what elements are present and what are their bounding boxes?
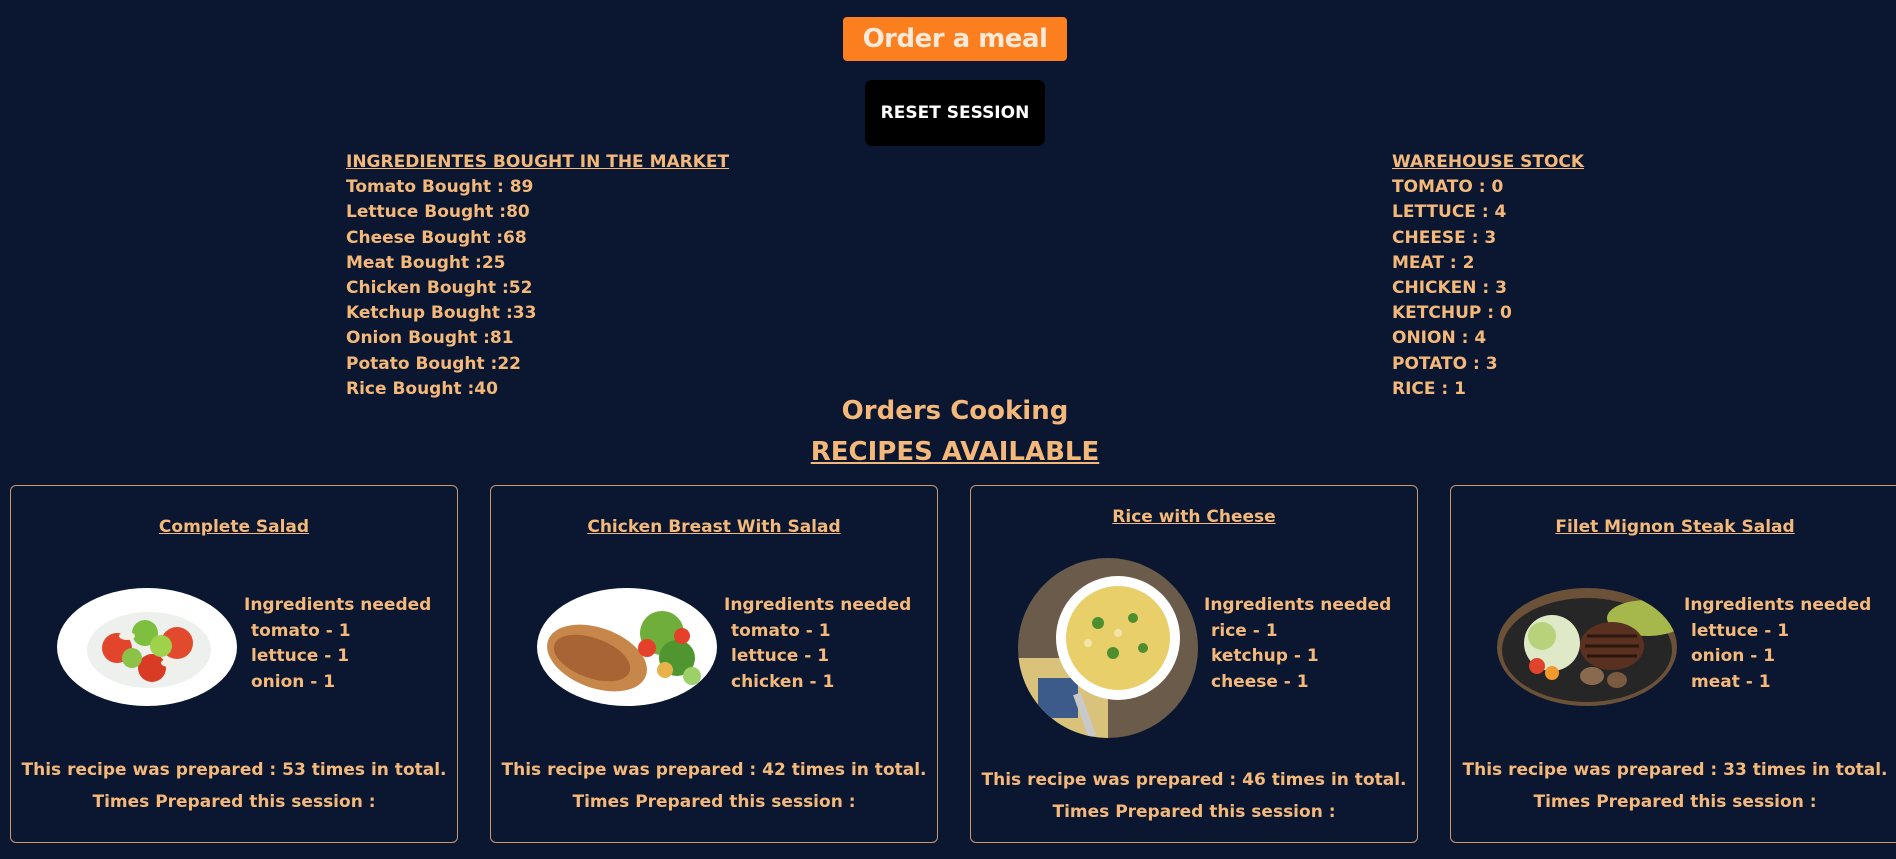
ingredients-list: Ingredients needed rice - 1 ketchup - 1 … [1204, 593, 1391, 695]
top-controls: Order a meal RESET SESSION [0, 0, 1896, 160]
recipe-title: Complete Salad [158, 517, 310, 537]
market-heading: INGREDIENTES BOUGHT IN THE MARKET [346, 152, 730, 172]
ingredient-item: tomato - 1 [731, 620, 831, 641]
ingredient-item: onion - 1 [251, 671, 336, 692]
market-item: Potato Bought :22 [346, 353, 521, 374]
prepared-total-text: This recipe was prepared : 33 times in t… [1462, 760, 1888, 780]
market-item: Onion Bought :81 [346, 328, 514, 349]
market-item: Ketchup Bought :33 [346, 303, 537, 324]
ingredients-heading: Ingredients needed [244, 595, 432, 615]
ingredients-list: Ingredients needed tomato - 1 lettuce - … [244, 593, 431, 695]
ingredient-item: meat - 1 [1691, 671, 1771, 692]
market-ingredients-list: INGREDIENTES BOUGHT IN THE MARKET Tomato… [346, 150, 729, 402]
ingredient-item: lettuce - 1 [731, 646, 830, 666]
rice-cheese-photo [1018, 558, 1198, 738]
ingredient-item: onion - 1 [1691, 646, 1776, 666]
prepared-session-text: Times Prepared this session : [92, 792, 376, 812]
recipe-title: Rice with Cheese [1112, 507, 1276, 527]
ingredients-heading: Ingredients needed [1204, 595, 1392, 615]
market-item: Cheese Bought :68 [346, 227, 527, 248]
chicken-salad-photo [537, 588, 717, 706]
recipe-card[interactable]: Rice with Cheese Ingredients needed rice… [970, 485, 1418, 843]
orders-cooking-title: Orders Cooking [841, 396, 1069, 426]
salad-photo [57, 588, 237, 706]
prepared-total-text: This recipe was prepared : 46 times in t… [981, 770, 1407, 790]
warehouse-item: MEAT : 2 [1392, 252, 1475, 273]
ingredient-item: lettuce - 1 [251, 646, 350, 666]
warehouse-item: POTATO : 3 [1392, 353, 1498, 374]
recipe-card[interactable]: Filet Mignon Steak Salad Ingredients nee… [1450, 485, 1896, 843]
warehouse-item: LETTUCE : 4 [1392, 202, 1507, 223]
warehouse-item: ONION : 4 [1392, 328, 1487, 349]
warehouse-item: CHICKEN : 3 [1392, 278, 1507, 299]
recipe-card[interactable]: Chicken Breast With Salad Ingredients ne… [490, 485, 938, 843]
ingredient-item: rice - 1 [1211, 620, 1278, 641]
ingredients-list: Ingredients needed lettuce - 1 onion - 1… [1684, 593, 1871, 695]
warehouse-heading: WAREHOUSE STOCK [1392, 152, 1585, 172]
recipe-title: Chicken Breast With Salad [587, 517, 841, 537]
reset-session-button[interactable]: RESET SESSION [865, 80, 1045, 146]
recipes-available-title: RECIPES AVAILABLE [810, 437, 1100, 467]
warehouse-item: KETCHUP : 0 [1392, 303, 1512, 324]
prepared-session-text: Times Prepared this session : [1533, 792, 1817, 812]
recipe-title: Filet Mignon Steak Salad [1555, 517, 1795, 537]
prepared-total-text: This recipe was prepared : 53 times in t… [21, 760, 447, 780]
ingredient-item: tomato - 1 [251, 620, 351, 641]
prepared-session-text: Times Prepared this session : [1052, 802, 1336, 822]
ingredient-item: chicken - 1 [731, 671, 835, 692]
ingredients-heading: Ingredients needed [724, 595, 912, 615]
market-item: Lettuce Bought :80 [346, 202, 530, 223]
order-meal-button[interactable]: Order a meal [843, 17, 1067, 61]
ingredient-item: cheese - 1 [1211, 671, 1309, 692]
prepared-session-text: Times Prepared this session : [572, 792, 856, 812]
market-item: Tomato Bought : 89 [346, 177, 534, 198]
ingredients-heading: Ingredients needed [1684, 595, 1872, 615]
steak-salad-photo [1497, 588, 1677, 706]
market-item: Meat Bought :25 [346, 252, 506, 273]
warehouse-stock-list: WAREHOUSE STOCK TOMATO : 0 LETTUCE : 4 C… [1392, 150, 1584, 402]
ingredient-item: lettuce - 1 [1691, 620, 1790, 641]
ingredients-list: Ingredients needed tomato - 1 lettuce - … [724, 593, 911, 695]
warehouse-item: CHEESE : 3 [1392, 227, 1497, 248]
ingredient-item: ketchup - 1 [1211, 646, 1319, 666]
warehouse-item: TOMATO : 0 [1392, 177, 1504, 198]
market-item: Chicken Bought :52 [346, 278, 533, 299]
recipe-card[interactable]: Complete Salad Ingredients needed tomato… [10, 485, 458, 843]
prepared-total-text: This recipe was prepared : 42 times in t… [501, 760, 927, 780]
